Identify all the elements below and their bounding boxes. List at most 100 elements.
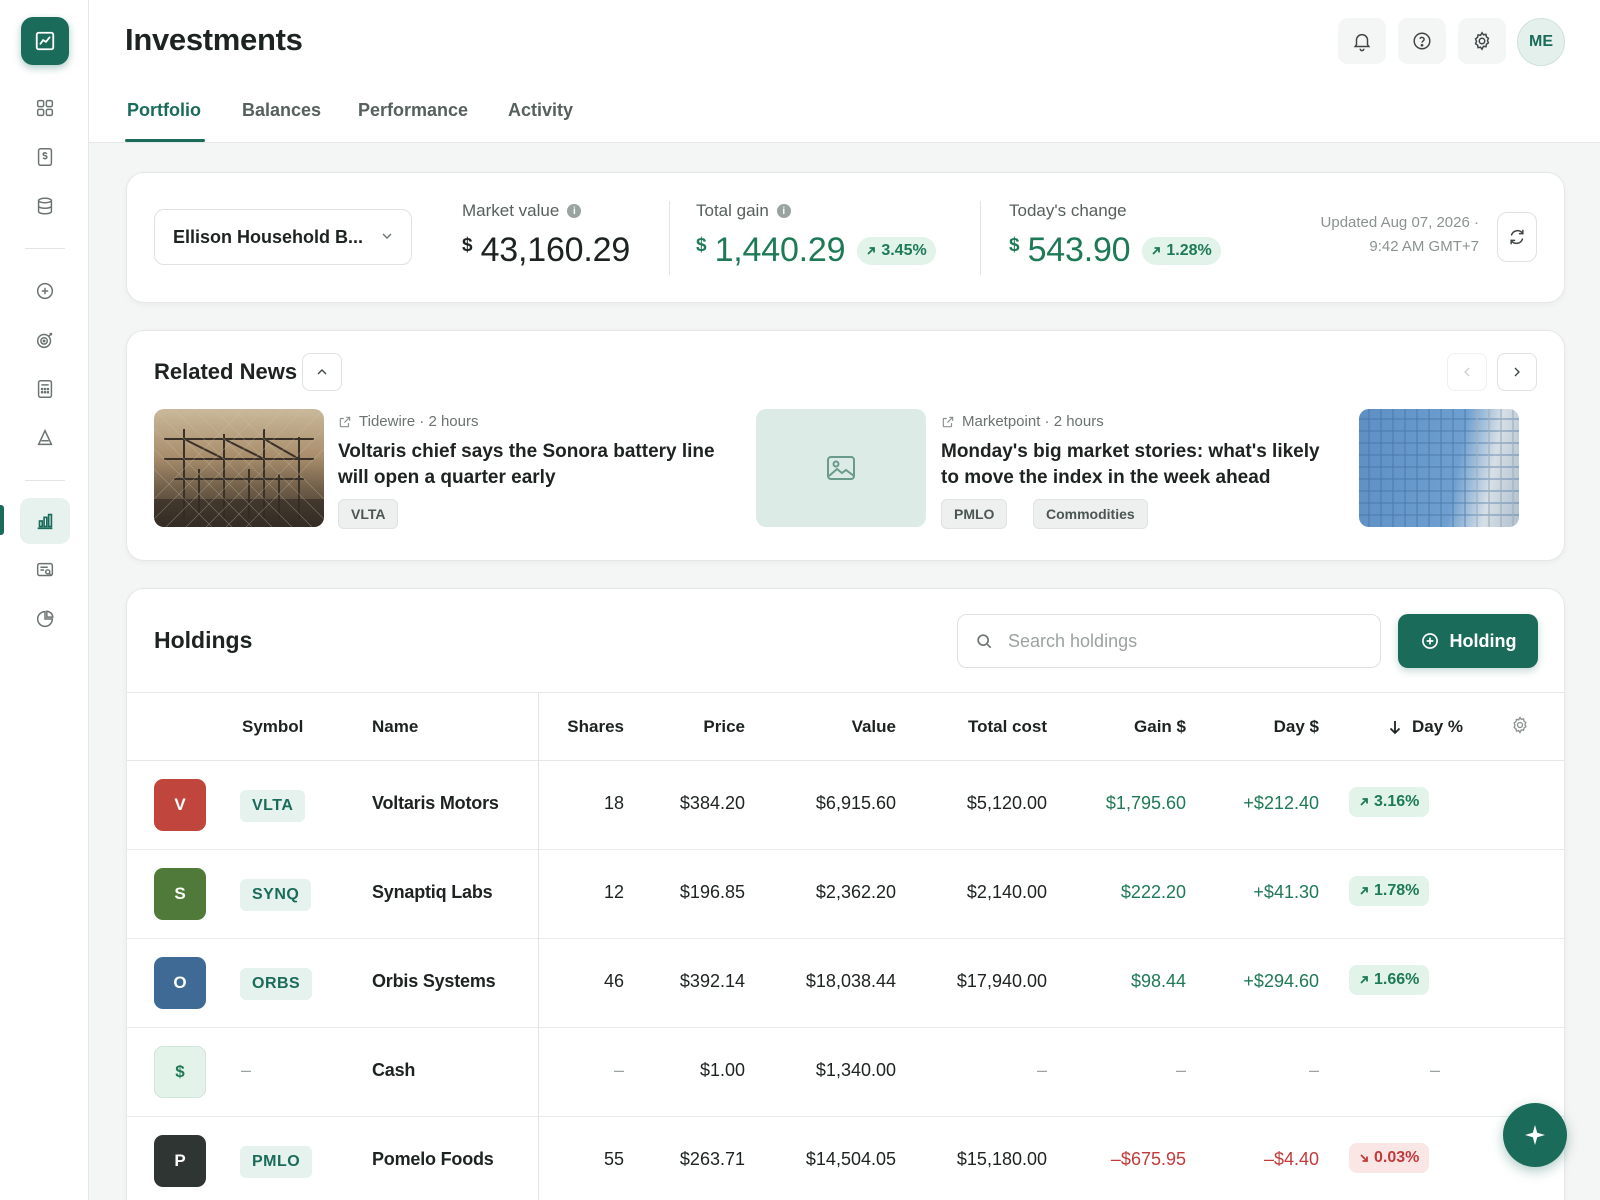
portfolio-summary-card: Ellison Household B... Market value i $ 4… (126, 172, 1565, 303)
nav-database[interactable] (20, 183, 70, 229)
metric-divider (980, 201, 981, 275)
table-row[interactable]: V VLTA Voltaris Motors 18 $384.20 $6,915.60 $5… (127, 761, 1564, 850)
holdings-search[interactable] (957, 614, 1381, 668)
nav-allocation[interactable] (20, 596, 70, 642)
sparkle-icon (1525, 1125, 1545, 1145)
news-next-button[interactable] (1497, 353, 1537, 391)
news-image-placeholder[interactable] (756, 409, 926, 527)
price-cell: $263.71 (679, 1149, 745, 1169)
table-row[interactable]: P PMLO Pomelo Foods 55 $263.71 $14,504.05 $15,… (127, 1117, 1564, 1200)
tab-performance[interactable]: Performance (358, 100, 468, 121)
total-cost-cell: – (1036, 1060, 1047, 1080)
market-value-amount: 43,160.29 (480, 231, 631, 269)
arrow-up-right-icon (1360, 887, 1368, 895)
symbol-badge[interactable]: PMLO (240, 1146, 313, 1178)
day-cell: –$4.40 (1263, 1149, 1319, 1169)
info-icon[interactable]: i (567, 204, 582, 218)
col-shares[interactable]: Shares (567, 717, 624, 737)
sidebar (0, 0, 89, 1200)
symbol-badge[interactable]: SYNQ (240, 879, 312, 911)
col-symbol[interactable]: Symbol (242, 717, 303, 737)
holdings-table-header: Symbol Name Shares Price Value Total cos… (127, 692, 1564, 761)
user-avatar[interactable]: ME (1517, 18, 1565, 66)
assistant-fab-button[interactable] (1503, 1103, 1567, 1167)
news-image-building[interactable] (1359, 409, 1519, 527)
col-day-pct[interactable]: Day % (1388, 717, 1463, 737)
day-pct-value: 1.66% (1374, 971, 1420, 988)
account-select[interactable]: Ellison Household B... (154, 209, 412, 265)
total-cost-cell: $2,140.00 (966, 882, 1047, 902)
news-tag[interactable]: Commodities (1033, 499, 1148, 529)
nav-dashboard[interactable] (20, 85, 70, 131)
col-total-cost[interactable]: Total cost (968, 717, 1047, 737)
nav-planning[interactable] (20, 415, 70, 461)
image-placeholder-icon (827, 456, 855, 480)
holding-avatar: $ (154, 1046, 206, 1098)
tab-active-underline (125, 139, 205, 142)
gain-cell: –$675.95 (1110, 1149, 1186, 1169)
chevron-right-icon (1514, 367, 1520, 377)
collapse-news-button[interactable] (302, 353, 342, 391)
nav-investments[interactable] (20, 498, 70, 544)
symbol-badge[interactable]: ORBS (240, 968, 313, 1000)
nav-calculator[interactable] (20, 366, 70, 412)
market-value-metric: Market value i $ 43,160.29 (462, 201, 630, 270)
gain-cell: – (1175, 1060, 1186, 1080)
news-meta: Tidewire · 2 hours (338, 413, 479, 430)
external-link-icon (942, 416, 954, 427)
add-holding-button[interactable]: Holding (1398, 614, 1538, 668)
search-input[interactable] (1008, 630, 1368, 652)
table-row[interactable]: $ – Cash – $1.00 $1,340.00 – – – – (127, 1028, 1564, 1117)
col-day[interactable]: Day $ (1274, 717, 1319, 737)
col-price[interactable]: Price (703, 717, 745, 737)
shares-cell: – (613, 1060, 624, 1080)
app-logo[interactable] (21, 17, 69, 65)
nav-reports[interactable] (20, 547, 70, 593)
last-updated-time: 9:42 AM GMT+7 (1369, 238, 1479, 255)
info-icon[interactable]: i (776, 204, 791, 218)
table-row[interactable]: S SYNQ Synaptiq Labs 12 $196.85 $2,362.20 $2,1… (127, 850, 1564, 939)
total-gain-percent-badge: 3.45% (857, 237, 936, 265)
symbol-cell: – (241, 1060, 252, 1080)
tab-activity[interactable]: Activity (508, 100, 573, 121)
shares-cell: 46 (603, 971, 624, 991)
col-gain[interactable]: Gain $ (1134, 717, 1186, 737)
news-tag[interactable]: VLTA (338, 499, 399, 529)
day-cell: +$41.30 (1253, 882, 1319, 902)
shares-cell: 55 (603, 1149, 624, 1169)
holdings-card: Holdings Holding Symbol Name Shares Pric… (126, 588, 1565, 1200)
value-cell: $18,038.44 (805, 971, 896, 991)
todays-change-metric: Today's change $ 543.90 1.28% (1009, 201, 1221, 270)
news-tag[interactable]: PMLO (941, 499, 1008, 529)
holding-name[interactable]: Voltaris Motors (372, 793, 499, 814)
day-pct-badge: 1.66% (1349, 965, 1430, 995)
settings-button[interactable] (1458, 18, 1506, 64)
news-headline[interactable]: Monday's big market stories: what's like… (941, 439, 1331, 491)
holding-name[interactable]: Synaptiq Labs (372, 882, 493, 903)
nav-billing[interactable] (20, 134, 70, 180)
tab-portfolio[interactable]: Portfolio (127, 100, 201, 121)
total-gain-currency: $ (696, 235, 707, 256)
notifications-button[interactable] (1338, 18, 1386, 64)
tab-balances[interactable]: Balances (242, 100, 321, 121)
value-cell: $1,340.00 (815, 1060, 896, 1080)
holding-name[interactable]: Pomelo Foods (372, 1149, 494, 1170)
nav-add[interactable] (20, 268, 70, 314)
add-holding-label: Holding (1449, 630, 1517, 651)
holding-name[interactable]: Cash (372, 1060, 415, 1081)
holding-avatar: S (154, 868, 206, 920)
holding-name[interactable]: Orbis Systems (372, 971, 496, 992)
nav-goals[interactable] (20, 317, 70, 363)
symbol-badge[interactable]: VLTA (240, 790, 306, 822)
column-settings-button[interactable] (1510, 715, 1530, 740)
news-headline[interactable]: Voltaris chief says the Sonora battery l… (338, 439, 728, 491)
day-pct-badge: 0.03% (1349, 1143, 1430, 1173)
refresh-button[interactable] (1497, 212, 1537, 262)
col-name[interactable]: Name (372, 717, 418, 737)
col-value[interactable]: Value (852, 717, 896, 737)
table-row[interactable]: O ORBS Orbis Systems 46 $392.14 $18,038.44 $17… (127, 939, 1564, 1028)
news-image-substation[interactable] (154, 409, 324, 527)
news-prev-button[interactable] (1447, 353, 1487, 391)
help-button[interactable] (1398, 18, 1446, 64)
day-pct-badge: 1.78% (1349, 876, 1430, 906)
